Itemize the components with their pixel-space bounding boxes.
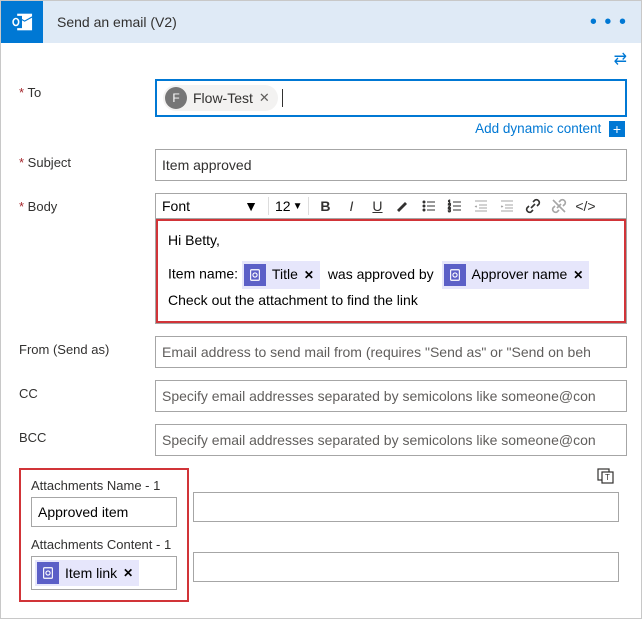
card-menu-button[interactable]: • • • [590, 11, 631, 34]
remove-token-icon[interactable]: ✕ [123, 566, 133, 580]
action-card: Send an email (V2) • • • ⇄ To F Flow-Tes… [0, 0, 642, 619]
recipient-chip[interactable]: F Flow-Test ✕ [163, 85, 278, 111]
to-label: To [15, 79, 155, 100]
bullet-list-button[interactable] [419, 196, 439, 216]
indent-button[interactable] [497, 196, 517, 216]
attachments-content-label: Attachments Content - 1 [31, 537, 177, 552]
subject-value: Item approved [162, 157, 252, 173]
numbered-list-button[interactable]: 123 [445, 196, 465, 216]
attachments-name-label: Attachments Name - 1 [31, 478, 177, 493]
to-input[interactable] [287, 89, 619, 107]
italic-button[interactable]: I [341, 196, 361, 216]
card-title: Send an email (V2) [43, 14, 590, 30]
chevron-down-icon: ▼ [244, 198, 258, 214]
attachments-highlight-box: Attachments Name - 1 Approved item Attac… [19, 468, 189, 602]
underline-button[interactable]: U [367, 196, 387, 216]
recipient-avatar: F [165, 87, 187, 109]
card-header: Send an email (V2) • • • [1, 1, 641, 43]
to-field[interactable]: F Flow-Test ✕ [155, 79, 627, 117]
body-toolbar: Font ▼ 12 ▼ B I U [155, 193, 627, 218]
from-field[interactable]: Email address to send mail from (require… [155, 336, 627, 368]
attachments-name-field[interactable]: Approved item [31, 497, 177, 527]
font-select[interactable]: Font ▼ [162, 198, 262, 214]
token-icon [244, 264, 266, 286]
cc-label: CC [15, 380, 155, 401]
dynamic-token-approver[interactable]: Approver name ✕ [442, 261, 590, 289]
body-text: Item name: [168, 266, 238, 282]
body-text: was approved by [328, 266, 434, 282]
svg-text:3: 3 [448, 208, 451, 214]
cc-field[interactable]: Specify email addresses separated by sem… [155, 380, 627, 412]
outdent-button[interactable] [471, 196, 491, 216]
subject-field[interactable]: Item approved [155, 149, 627, 181]
body-greeting: Hi Betty, [168, 229, 614, 253]
remove-recipient-icon[interactable]: ✕ [259, 90, 270, 106]
add-dynamic-content-plus-icon[interactable]: + [609, 121, 625, 137]
attachments-name-value: Approved item [38, 504, 128, 520]
chevron-down-icon: ▼ [293, 201, 303, 212]
attachments-name-field-ext[interactable] [193, 492, 619, 522]
link-button[interactable] [523, 196, 543, 216]
subject-label: Subject [15, 149, 155, 170]
add-dynamic-content-link[interactable]: Add dynamic content [475, 121, 601, 136]
body-text: Check out the attachment to find the lin… [168, 289, 614, 313]
dynamic-token-itemlink[interactable]: Item link ✕ [35, 560, 139, 586]
swap-icon[interactable]: ⇄ [614, 51, 627, 68]
attachments-content-field[interactable]: Item link ✕ [31, 556, 177, 590]
from-label: From (Send as) [15, 336, 155, 357]
bcc-placeholder: Specify email addresses separated by sem… [162, 432, 596, 448]
attachments-right-column: T [193, 462, 623, 582]
bcc-field[interactable]: Specify email addresses separated by sem… [155, 424, 627, 456]
unlink-button[interactable] [549, 196, 569, 216]
code-view-button[interactable]: </> [575, 196, 595, 216]
token-icon [37, 562, 59, 584]
body-label: Body [15, 193, 155, 214]
font-size-select[interactable]: 12 ▼ [275, 198, 302, 214]
attachments-content-field-ext[interactable] [193, 552, 619, 582]
recipient-name: Flow-Test [193, 90, 253, 106]
token-icon [444, 264, 466, 286]
cc-placeholder: Specify email addresses separated by sem… [162, 388, 596, 404]
from-placeholder: Email address to send mail from (require… [162, 344, 591, 360]
dynamic-token-title[interactable]: Title ✕ [242, 261, 320, 289]
bold-button[interactable]: B [315, 196, 335, 216]
highlight-button[interactable] [393, 196, 413, 216]
remove-token-icon[interactable]: ✕ [304, 265, 314, 285]
svg-text:T: T [605, 473, 610, 482]
remove-token-icon[interactable]: ✕ [573, 265, 583, 285]
body-field[interactable]: Hi Betty, Item name: Title ✕ was approve… [155, 218, 627, 323]
switch-array-mode-button[interactable]: T [597, 462, 623, 489]
outlook-icon [1, 1, 43, 43]
bcc-label: BCC [15, 424, 155, 445]
